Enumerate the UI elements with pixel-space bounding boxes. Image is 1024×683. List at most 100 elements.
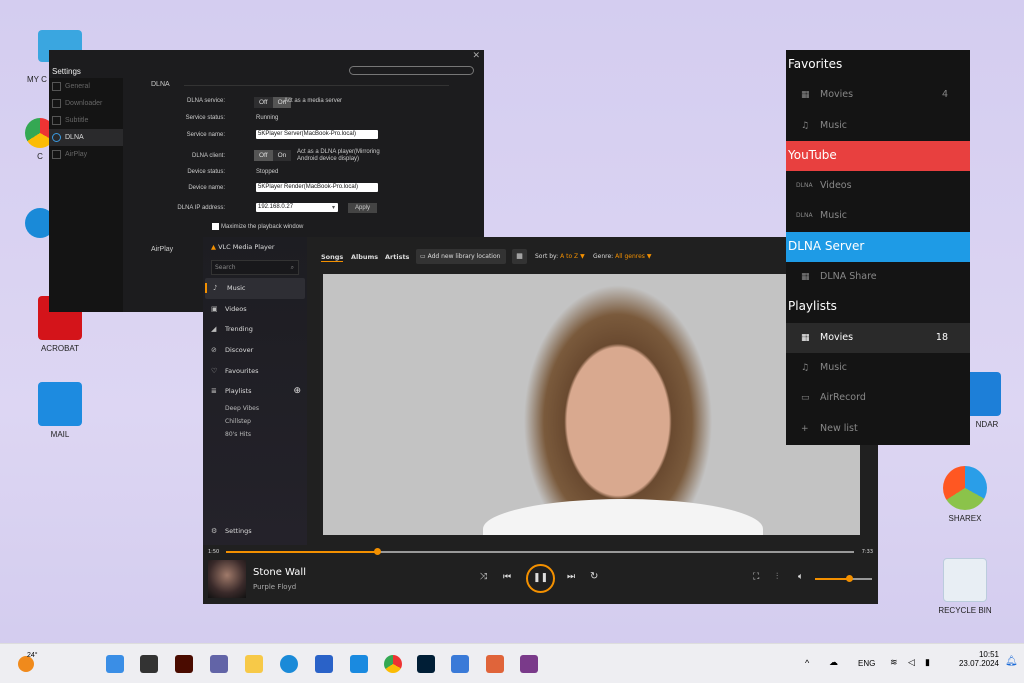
section-header[interactable]: Playlists	[786, 292, 970, 323]
desktop-icon-my-computer-label: MY C	[27, 75, 47, 84]
service-name-input[interactable]: 5KPlayer Server(MacBook-Pro.local)	[256, 130, 378, 139]
film-icon: ▦	[801, 272, 810, 283]
sort-dropdown[interactable]: Sort by: A to Z ▼	[535, 253, 585, 260]
clock[interactable]: 10:51 23.07.2024	[955, 650, 999, 668]
device-name-input[interactable]: 5KPlayer Render(MacBook-Pro.local)	[256, 183, 378, 192]
desktop-icon-sharex[interactable]: SHAREX	[930, 466, 1000, 523]
panel-item-label: New list	[820, 422, 858, 434]
genre-dropdown[interactable]: Genre: All genres ▼	[593, 253, 651, 260]
nav-videos[interactable]: ▣ Videos	[203, 299, 307, 320]
add-library-button[interactable]: ▭ Add new library location	[416, 249, 506, 264]
grid-view-button[interactable]: ▦	[512, 249, 527, 264]
speaker-icon[interactable]: ◁	[908, 657, 915, 668]
nav-music[interactable]: ♪ Music	[205, 278, 305, 299]
panel-item-videos[interactable]: DLNA Videos	[786, 171, 970, 201]
previous-icon[interactable]: ⏮	[503, 572, 511, 582]
device-status: Stopped	[256, 169, 279, 175]
desktop-icon-recycle-bin[interactable]: RECYCLE BIN	[930, 558, 1000, 615]
store-icon[interactable]	[315, 655, 333, 673]
shuffle-icon[interactable]: ⤨	[480, 572, 487, 582]
playlist-item[interactable]: 80's Hits	[203, 428, 307, 441]
settings-nav-general[interactable]: General	[49, 78, 123, 95]
nav-settings[interactable]: ⚙ Settings	[203, 521, 307, 542]
settings-nav-airplay[interactable]: AirPlay	[49, 146, 123, 163]
playlist-item[interactable]: Deep Vibes	[203, 402, 307, 415]
tab-albums[interactable]: Albums	[351, 253, 378, 261]
panel-item-music[interactable]: DLNA Music	[786, 201, 970, 231]
nav-trending[interactable]: ◢ Trending	[203, 319, 307, 340]
repeat-icon[interactable]: ↻	[590, 571, 598, 582]
panel-item-music[interactable]: ♫ Music	[786, 353, 970, 383]
panel-item-label: Movies	[820, 331, 854, 343]
settings-search-input[interactable]	[349, 66, 474, 75]
mail-icon[interactable]	[350, 655, 368, 673]
section-header[interactable]: DLNA Server	[786, 231, 970, 263]
wifi-icon[interactable]: ≋	[890, 657, 898, 668]
fullscreen-icon[interactable]: ⛶	[753, 572, 759, 582]
nav-favourites[interactable]: ♡ Favourites	[203, 361, 307, 382]
tab-songs[interactable]: Songs	[321, 253, 344, 262]
settings-nav-subtitle[interactable]: Subtitle	[49, 112, 123, 129]
teams-icon[interactable]	[210, 655, 228, 673]
panel-item-label: AirRecord	[820, 392, 866, 404]
task-view-icon[interactable]	[140, 655, 158, 673]
add-playlist-icon[interactable]: ⊕	[293, 381, 301, 402]
panel-item-movies[interactable]: ▦ Movies 4	[786, 80, 970, 110]
panel-item-label: Music	[820, 361, 848, 373]
photos-icon[interactable]	[451, 655, 469, 673]
panel-item-movies[interactable]: ▦ Movies 18	[786, 322, 970, 353]
ip-address-select[interactable]: 192.168.0.27	[256, 203, 338, 212]
panel-item-label: Music	[820, 119, 848, 131]
item-count: 18	[935, 331, 948, 343]
apply-button[interactable]: Apply	[348, 203, 377, 213]
panel-item-airrecord[interactable]: ▭ AirRecord	[786, 383, 970, 413]
battery-icon[interactable]: ▮	[925, 657, 930, 668]
desktop-icon-mail[interactable]: MAIL	[25, 382, 95, 439]
settings-title: Settings	[52, 67, 81, 76]
maximize-checkbox[interactable]	[212, 223, 219, 230]
section-header[interactable]: YouTube	[786, 140, 970, 172]
volume-slider[interactable]	[815, 575, 872, 582]
playlist-item[interactable]: Chillstep	[203, 415, 307, 428]
chevron-up-icon[interactable]: ^	[805, 658, 809, 668]
photoshop-icon[interactable]	[417, 655, 435, 673]
illustrator-icon[interactable]	[175, 655, 193, 673]
language-indicator[interactable]: ENG	[858, 659, 875, 668]
close-button[interactable]: ✕	[472, 50, 480, 61]
seek-bar[interactable]	[226, 548, 854, 555]
settings-nav-downloader[interactable]: Downloader	[49, 95, 123, 112]
track-title: Stone Wall	[253, 567, 306, 578]
section-header[interactable]: Favorites	[786, 50, 970, 81]
onedrive-icon[interactable]: ☁	[829, 657, 838, 668]
panel-item-new-list[interactable]: + New list	[786, 414, 970, 444]
film-icon: ▦	[801, 332, 810, 343]
panel-item-music[interactable]: ♫ Music	[786, 111, 970, 141]
video-icon: ▣	[211, 304, 218, 313]
pause-button[interactable]: ❚❚	[526, 564, 555, 593]
panel-item-dlna-share[interactable]: ▦ DLNA Share	[786, 262, 970, 292]
winrar-icon[interactable]	[520, 655, 538, 673]
plus-icon: +	[801, 423, 809, 434]
vlc-sidebar: ▲ VLC Media Player Search ⌕ ♪ Music ▣ Video…	[203, 237, 307, 545]
next-icon[interactable]: ⏭	[567, 572, 575, 582]
chevron-down-icon: ▾	[332, 205, 336, 211]
taskbar: 24° ^ ☁ ENG ≋ ◁ ▮ 10:51 23.07.2024 🔔︎	[0, 643, 1024, 683]
nav-discover[interactable]: ⊘ Discover	[203, 340, 307, 361]
volume-icon[interactable]: 🔈︎	[798, 572, 803, 582]
notification-bell-icon[interactable]: 🔔︎	[1005, 656, 1018, 667]
edge-icon[interactable]	[280, 655, 298, 673]
chrome-icon[interactable]	[384, 655, 402, 673]
file-explorer-icon[interactable]	[245, 655, 263, 673]
music-icon: ♪	[213, 284, 218, 292]
start-icon[interactable]	[106, 655, 124, 673]
dlna-client-toggle[interactable]: Off On	[254, 150, 292, 161]
compass-icon: ⊘	[211, 346, 217, 355]
equalizer-icon[interactable]: ⫶	[776, 572, 778, 582]
tab-artists[interactable]: Artists	[385, 253, 409, 261]
vlc-window: ▲ VLC Media Player Search ⌕ ♪ Music ▣ Video…	[203, 237, 878, 604]
powerpoint-icon[interactable]	[486, 655, 504, 673]
service-status: Running	[256, 115, 279, 121]
search-input[interactable]: Search ⌕	[211, 260, 299, 275]
settings-nav-dlna[interactable]: DLNA	[49, 129, 123, 146]
nav-playlists[interactable]: ≣ Playlists ⊕	[203, 381, 307, 402]
